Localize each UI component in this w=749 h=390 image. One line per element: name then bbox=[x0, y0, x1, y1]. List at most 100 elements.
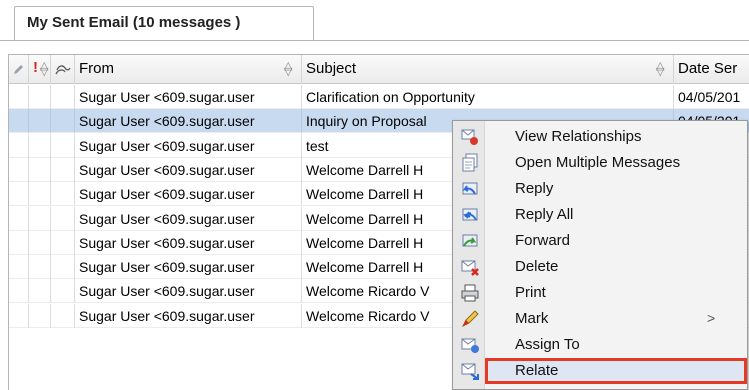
cell-edit[interactable] bbox=[9, 133, 29, 158]
subject-text: Inquiry on Proposal bbox=[306, 113, 427, 130]
menu-item-label: Reply bbox=[515, 180, 554, 197]
menu-item-print[interactable]: Print bbox=[485, 280, 747, 306]
from-text: Sugar User <609.sugar.user bbox=[79, 210, 255, 227]
col-edit[interactable] bbox=[9, 55, 29, 84]
relate-icon bbox=[460, 361, 480, 381]
cell-from[interactable]: Sugar User <609.sugar.user bbox=[75, 109, 302, 134]
cell-from[interactable]: Sugar User <609.sugar.user bbox=[75, 85, 302, 109]
menu-item-label: View Relationships bbox=[515, 128, 642, 145]
col-from[interactable]: From △ ▽ bbox=[75, 55, 302, 84]
cell-importance bbox=[29, 279, 51, 304]
subject-text: Welcome Darrell H bbox=[306, 161, 424, 178]
cell-edit[interactable] bbox=[9, 279, 29, 304]
cell-edit[interactable] bbox=[9, 109, 29, 134]
from-text: Sugar User <609.sugar.user bbox=[79, 234, 255, 251]
subject-text: Welcome Darrell H bbox=[306, 210, 424, 227]
col-importance[interactable]: ! △ ▽ bbox=[29, 55, 51, 84]
cell-from[interactable]: Sugar User <609.sugar.user bbox=[75, 303, 302, 328]
from-text: Sugar User <609.sugar.user bbox=[79, 307, 255, 324]
cell-from[interactable]: Sugar User <609.sugar.user bbox=[75, 133, 302, 158]
menu-item-label: Forward bbox=[515, 232, 571, 249]
cell-from[interactable]: Sugar User <609.sugar.user bbox=[75, 182, 302, 207]
cell-attachment bbox=[51, 85, 75, 109]
delete-icon bbox=[460, 257, 480, 277]
menu-item-label: Print bbox=[515, 284, 546, 301]
subject-text: Welcome Ricardo V bbox=[306, 307, 430, 324]
cell-importance bbox=[29, 182, 51, 207]
from-text: Sugar User <609.sugar.user bbox=[79, 259, 255, 276]
relationships-icon bbox=[460, 127, 480, 147]
table-header: ! △ ▽ From △ ▽ Subject △ ▽ Date Ser bbox=[9, 55, 749, 84]
cell-from[interactable]: Sugar User <609.sugar.user bbox=[75, 206, 302, 231]
table-row[interactable]: Sugar User <609.sugar.user Clarification … bbox=[9, 85, 749, 109]
date-text: 04/05/201 bbox=[678, 89, 741, 105]
subject-text: Welcome Darrell H bbox=[306, 259, 424, 276]
menu-item-reply[interactable]: Reply bbox=[485, 176, 747, 202]
cell-edit[interactable] bbox=[9, 303, 29, 328]
sort-icon: △ ▽ bbox=[284, 60, 293, 78]
sort-icon: △ ▽ bbox=[40, 60, 49, 78]
tab-label: My Sent Email (10 messages ) bbox=[27, 14, 241, 31]
cell-attachment bbox=[51, 206, 75, 231]
cell-attachment bbox=[51, 109, 75, 134]
menu-item-delete[interactable]: Delete bbox=[485, 254, 747, 280]
cell-importance bbox=[29, 230, 51, 255]
cell-edit[interactable] bbox=[9, 255, 29, 280]
from-text: Sugar User <609.sugar.user bbox=[79, 186, 255, 203]
tab-my-sent-email[interactable]: My Sent Email (10 messages ) bbox=[14, 6, 314, 40]
assign-icon bbox=[460, 335, 480, 355]
cell-importance bbox=[29, 255, 51, 280]
col-subject-label: Subject bbox=[306, 60, 357, 77]
submenu-arrow-icon: > bbox=[707, 310, 716, 326]
cell-importance bbox=[29, 133, 51, 158]
from-text: Sugar User <609.sugar.user bbox=[79, 137, 255, 154]
cell-from[interactable]: Sugar User <609.sugar.user bbox=[75, 157, 302, 182]
menu-item-open-multiple-messages[interactable]: Open Multiple Messages bbox=[485, 150, 747, 176]
cell-importance bbox=[29, 157, 51, 182]
cell-attachment bbox=[51, 157, 75, 182]
cell-from[interactable]: Sugar User <609.sugar.user bbox=[75, 255, 302, 280]
cell-edit[interactable] bbox=[9, 157, 29, 182]
cell-edit[interactable] bbox=[9, 206, 29, 231]
pencil-icon bbox=[14, 65, 23, 74]
subject-text: Welcome Darrell H bbox=[306, 186, 424, 203]
col-subject[interactable]: Subject △ ▽ bbox=[302, 55, 674, 84]
cell-importance bbox=[29, 85, 51, 109]
subject-text: Welcome Ricardo V bbox=[306, 283, 430, 300]
menu-item-forward[interactable]: Forward bbox=[485, 228, 747, 254]
subject-text: test bbox=[306, 137, 329, 154]
cell-attachment bbox=[51, 279, 75, 304]
importance-icon: ! bbox=[33, 59, 38, 76]
menu-item-label: Open Multiple Messages bbox=[515, 154, 681, 171]
menu-item-label: Relate bbox=[515, 362, 559, 379]
menu-item-reply-all[interactable]: Reply All bbox=[485, 202, 747, 228]
cell-attachment bbox=[51, 230, 75, 255]
cell-from[interactable]: Sugar User <609.sugar.user bbox=[75, 279, 302, 304]
menu-item-view-relationships[interactable]: View Relationships bbox=[485, 124, 747, 150]
menu-item-mark[interactable]: Mark > bbox=[485, 306, 747, 332]
cell-edit[interactable] bbox=[9, 182, 29, 207]
from-text: Sugar User <609.sugar.user bbox=[79, 113, 255, 130]
cell-edit[interactable] bbox=[9, 85, 29, 109]
cell-edit[interactable] bbox=[9, 230, 29, 255]
print-icon bbox=[460, 283, 480, 303]
cell-from[interactable]: Sugar User <609.sugar.user bbox=[75, 230, 302, 255]
forward-icon bbox=[460, 231, 480, 251]
cell-subject[interactable]: Clarification on Opportunity bbox=[302, 85, 674, 109]
cell-importance bbox=[29, 109, 51, 134]
cell-attachment bbox=[51, 182, 75, 207]
mark-icon bbox=[460, 309, 480, 329]
context-menu: View Relationships Open Multiple Messages… bbox=[452, 120, 748, 390]
sort-icon: △ ▽ bbox=[656, 60, 665, 78]
menu-item-assign-to[interactable]: Assign To bbox=[485, 332, 747, 358]
col-date[interactable]: Date Ser bbox=[674, 55, 749, 84]
col-attachment[interactable] bbox=[51, 55, 75, 84]
subject-text: Welcome Darrell H bbox=[306, 234, 424, 251]
menu-item-label: Assign To bbox=[515, 336, 580, 353]
tab-divider bbox=[0, 40, 749, 41]
col-date-label: Date Ser bbox=[678, 60, 738, 77]
flag-icon bbox=[55, 65, 71, 75]
reply-all-icon bbox=[460, 205, 480, 225]
menu-item-relate[interactable]: Relate bbox=[485, 358, 747, 384]
cell-date[interactable]: 04/05/201 bbox=[674, 85, 749, 109]
